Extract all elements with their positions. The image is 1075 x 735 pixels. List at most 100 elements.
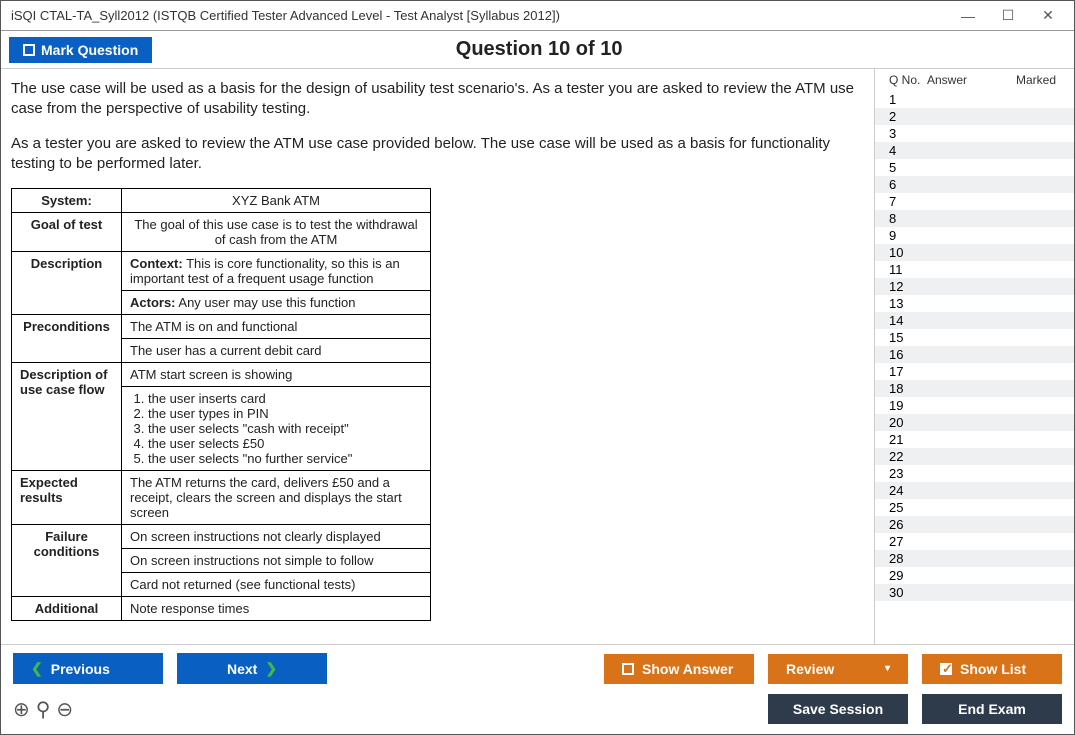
nav-row[interactable]: 9 (875, 227, 1074, 244)
cell-failure-1: On screen instructions not clearly displ… (122, 525, 431, 549)
maximize-button[interactable]: ☐ (988, 4, 1028, 28)
nav-qno: 26 (889, 517, 927, 532)
nav-row[interactable]: 5 (875, 159, 1074, 176)
checkbox-icon (23, 44, 35, 56)
nav-qno: 28 (889, 551, 927, 566)
nav-header-answer: Answer (927, 73, 1016, 87)
nav-row[interactable]: 21 (875, 431, 1074, 448)
nav-row[interactable]: 3 (875, 125, 1074, 142)
cell-expected-value: The ATM returns the card, delivers £50 a… (122, 471, 431, 525)
save-session-button[interactable]: Save Session (768, 694, 908, 724)
flow-step: the user selects £50 (148, 436, 422, 451)
nav-row[interactable]: 25 (875, 499, 1074, 516)
nav-qno: 18 (889, 381, 927, 396)
close-button[interactable]: ✕ (1028, 4, 1068, 28)
show-list-button[interactable]: Show List (922, 654, 1062, 684)
nav-qno: 24 (889, 483, 927, 498)
show-list-label: Show List (960, 661, 1026, 677)
previous-button[interactable]: ❮ Previous (13, 653, 163, 684)
nav-qno: 8 (889, 211, 927, 226)
end-exam-label: End Exam (958, 701, 1026, 717)
nav-row[interactable]: 15 (875, 329, 1074, 346)
question-content[interactable]: The use case will be used as a basis for… (1, 69, 874, 644)
nav-row[interactable]: 29 (875, 567, 1074, 584)
nav-row[interactable]: 6 (875, 176, 1074, 193)
nav-row[interactable]: 16 (875, 346, 1074, 363)
chevron-left-icon: ❮ (31, 660, 43, 677)
cell-system-label: System: (12, 189, 122, 213)
nav-row[interactable]: 28 (875, 550, 1074, 567)
cell-description-context: Context: This is core functionality, so … (122, 252, 431, 291)
cell-flow-label: Description of use case flow (12, 363, 122, 471)
nav-row[interactable]: 11 (875, 261, 1074, 278)
show-answer-button[interactable]: Show Answer (604, 654, 754, 684)
save-session-label: Save Session (793, 701, 883, 717)
nav-qno: 9 (889, 228, 927, 243)
zoom-in-icon[interactable]: ⊕ (13, 697, 30, 722)
nav-row[interactable]: 1 (875, 91, 1074, 108)
nav-qno: 7 (889, 194, 927, 209)
nav-row[interactable]: 10 (875, 244, 1074, 261)
nav-row[interactable]: 2 (875, 108, 1074, 125)
cell-failure-3: Card not returned (see functional tests) (122, 573, 431, 597)
cell-failure-2: On screen instructions not simple to fol… (122, 549, 431, 573)
cell-preconditions-label: Preconditions (12, 315, 122, 363)
cell-failure-label: Failure conditions (12, 525, 122, 597)
footer: ❮ Previous Next ❯ Show Answer Review ▾ S… (1, 644, 1074, 734)
nav-qno: 20 (889, 415, 927, 430)
zoom-reset-icon[interactable]: ⚲ (36, 697, 51, 722)
zoom-out-icon[interactable]: ⊖ (56, 697, 73, 722)
nav-row[interactable]: 12 (875, 278, 1074, 295)
cell-description-actors: Actors: Any user may use this function (122, 291, 431, 315)
nav-qno: 15 (889, 330, 927, 345)
nav-row[interactable]: 7 (875, 193, 1074, 210)
nav-list[interactable]: 1234567891011121314151617181920212223242… (875, 91, 1074, 644)
checkbox-checked-icon (940, 663, 952, 675)
nav-qno: 16 (889, 347, 927, 362)
zoom-controls: ⊕ ⚲ ⊖ (13, 697, 73, 722)
usecase-table: System: XYZ Bank ATM Goal of test The go… (11, 188, 431, 621)
nav-row[interactable]: 23 (875, 465, 1074, 482)
nav-row[interactable]: 22 (875, 448, 1074, 465)
nav-qno: 29 (889, 568, 927, 583)
next-label: Next (227, 661, 257, 677)
nav-row[interactable]: 18 (875, 380, 1074, 397)
nav-row[interactable]: 13 (875, 295, 1074, 312)
checkbox-icon (622, 663, 634, 675)
nav-row[interactable]: 8 (875, 210, 1074, 227)
show-answer-label: Show Answer (642, 661, 733, 677)
nav-qno: 14 (889, 313, 927, 328)
next-button[interactable]: Next ❯ (177, 653, 327, 684)
nav-row[interactable]: 19 (875, 397, 1074, 414)
cell-description-label: Description (12, 252, 122, 315)
nav-qno: 2 (889, 109, 927, 124)
cell-precondition-2: The user has a current debit card (122, 339, 431, 363)
nav-row[interactable]: 26 (875, 516, 1074, 533)
flow-step: the user inserts card (148, 391, 422, 406)
caret-down-icon: ▾ (885, 663, 890, 674)
cell-goal-label: Goal of test (12, 213, 122, 252)
nav-qno: 3 (889, 126, 927, 141)
nav-row[interactable]: 20 (875, 414, 1074, 431)
nav-row[interactable]: 27 (875, 533, 1074, 550)
nav-qno: 6 (889, 177, 927, 192)
minimize-button[interactable]: — (948, 4, 988, 28)
cell-flow-intro: ATM start screen is showing (122, 363, 431, 387)
question-counter: Question 10 of 10 (152, 38, 926, 61)
cell-goal-value: The goal of this use case is to test the… (122, 213, 431, 252)
question-paragraph-1: The use case will be used as a basis for… (11, 79, 860, 120)
cell-flow-steps: the user inserts cardthe user types in P… (122, 387, 431, 471)
nav-row[interactable]: 14 (875, 312, 1074, 329)
nav-row[interactable]: 17 (875, 363, 1074, 380)
nav-header: Q No. Answer Marked (875, 69, 1074, 91)
mark-question-button[interactable]: Mark Question (9, 37, 152, 63)
question-nav-panel: Q No. Answer Marked 12345678910111213141… (874, 69, 1074, 644)
question-paragraph-2: As a tester you are asked to review the … (11, 134, 860, 175)
review-button[interactable]: Review ▾ (768, 654, 908, 684)
nav-row[interactable]: 30 (875, 584, 1074, 601)
nav-row[interactable]: 4 (875, 142, 1074, 159)
nav-qno: 17 (889, 364, 927, 379)
nav-header-qno: Q No. (889, 73, 927, 87)
nav-row[interactable]: 24 (875, 482, 1074, 499)
end-exam-button[interactable]: End Exam (922, 694, 1062, 724)
